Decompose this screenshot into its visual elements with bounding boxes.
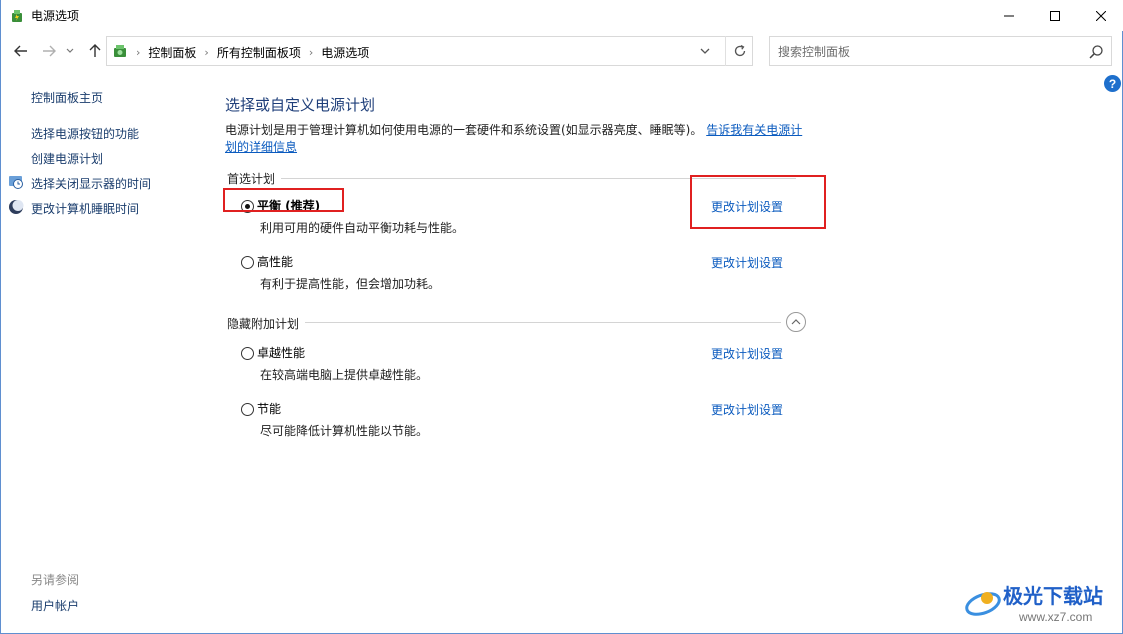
search-box[interactable]	[769, 36, 1112, 66]
plan-description: 利用可用的硬件自动平衡功耗与性能。	[260, 221, 465, 235]
plan-radio[interactable]	[241, 403, 254, 416]
display-clock-icon	[9, 176, 23, 189]
plan-radio[interactable]	[241, 256, 254, 269]
window-title: 电源选项	[31, 9, 80, 23]
change-plan-settings-link[interactable]: 更改计划设置	[711, 254, 783, 271]
left-panel: 控制面板主页 选择电源按钮的功能 创建电源计划 选择关闭显示器的时间 更改计算机…	[1, 80, 211, 634]
plan-description: 在较高端电脑上提供卓越性能。	[260, 368, 429, 382]
back-arrow-icon[interactable]	[11, 41, 31, 61]
plan-name[interactable]: 高性能	[257, 253, 293, 270]
chevron-up-icon	[791, 319, 801, 325]
watermark-text: 极光下载站	[1003, 584, 1103, 608]
plan-name[interactable]: 节能	[257, 400, 281, 417]
highlight-box-change-settings	[690, 175, 826, 229]
preferred-plans-heading: 首选计划	[227, 172, 276, 186]
watermark-logo-icon	[965, 592, 1001, 616]
create-plan-link[interactable]: 创建电源计划	[31, 150, 103, 167]
power-options-window: 电源选项 › 控制面板 › 所有控制面板项 › 电源选项 搜索控制面板 ? 控制…	[0, 0, 1123, 634]
see-also-heading: 另请参阅	[31, 573, 80, 587]
address-bar[interactable]: › 控制面板 › 所有控制面板项 › 电源选项	[106, 36, 753, 66]
refresh-button[interactable]	[725, 36, 753, 66]
breadcrumb-all-items[interactable]: 所有控制面板项	[217, 44, 301, 61]
search-input[interactable]	[778, 43, 1078, 61]
change-plan-settings-link[interactable]: 更改计划设置	[711, 345, 783, 362]
breadcrumb-separator-icon[interactable]: ›	[309, 46, 313, 59]
sleep-moon-icon	[9, 200, 24, 214]
breadcrumb-separator-icon[interactable]: ›	[204, 46, 208, 59]
close-button[interactable]	[1078, 0, 1123, 31]
watermark: 极光下载站 www.xz7.com	[961, 578, 1121, 632]
display-off-time-link[interactable]: 选择关闭显示器的时间	[31, 175, 151, 192]
change-plan-settings-link[interactable]: 更改计划设置	[711, 401, 783, 418]
page-description: 电源计划是用于管理计算机如何使用电源的一套硬件和系统设置(如显示器亮度、睡眠等)…	[225, 122, 805, 156]
sleep-time-link[interactable]: 更改计算机睡眠时间	[31, 200, 139, 217]
plan-radio[interactable]	[241, 347, 254, 360]
user-accounts-link[interactable]: 用户帐户	[31, 597, 79, 614]
breadcrumb-separator-icon: ›	[136, 46, 141, 59]
plan-description: 有利于提高性能，但会增加功耗。	[260, 277, 441, 291]
breadcrumb-control-panel[interactable]: 控制面板	[148, 44, 196, 61]
plan-description: 尽可能降低计算机性能以节能。	[260, 424, 429, 438]
page-title: 选择或自定义电源计划	[225, 96, 376, 114]
plan-name[interactable]: 卓越性能	[257, 344, 305, 361]
breadcrumb-power-options[interactable]: 电源选项	[321, 44, 369, 61]
section-divider	[305, 322, 781, 323]
refresh-icon	[734, 44, 745, 57]
recent-locations-chevron-icon[interactable]	[63, 41, 77, 61]
main-content: 选择或自定义电源计划 电源计划是用于管理计算机如何使用电源的一套硬件和系统设置(…	[211, 80, 1123, 634]
description-text: 电源计划是用于管理计算机如何使用电源的一套硬件和系统设置(如显示器亮度、睡眠等)…	[225, 123, 703, 137]
plan-high-performance: 高性能 有利于提高性能，但会增加功耗。 更改计划设置	[241, 253, 801, 303]
search-icon[interactable]	[1088, 44, 1104, 60]
title-bar: 电源选项	[1, 0, 1123, 31]
forward-arrow-icon[interactable]	[39, 41, 59, 61]
address-dropdown-chevron-icon[interactable]	[697, 43, 713, 59]
control-panel-icon	[114, 45, 126, 57]
breadcrumb: › 控制面板 › 所有控制面板项 › 电源选项	[136, 44, 369, 61]
watermark-url: www.xz7.com	[1019, 610, 1093, 624]
minimize-button[interactable]	[986, 0, 1032, 31]
up-arrow-icon[interactable]	[85, 41, 105, 61]
power-options-icon	[12, 10, 22, 22]
maximize-button[interactable]	[1032, 0, 1078, 31]
collapse-hidden-plans-button[interactable]	[786, 312, 806, 332]
control-panel-home-link[interactable]: 控制面板主页	[31, 89, 103, 106]
plan-power-saver: 节能 尽可能降低计算机性能以节能。 更改计划设置	[241, 400, 801, 450]
power-buttons-link[interactable]: 选择电源按钮的功能	[31, 125, 139, 142]
plan-ultimate-performance: 卓越性能 在较高端电脑上提供卓越性能。 更改计划设置	[241, 344, 801, 394]
hidden-plans-heading: 隐藏附加计划	[227, 317, 300, 331]
highlight-box-balanced-plan	[223, 188, 344, 212]
